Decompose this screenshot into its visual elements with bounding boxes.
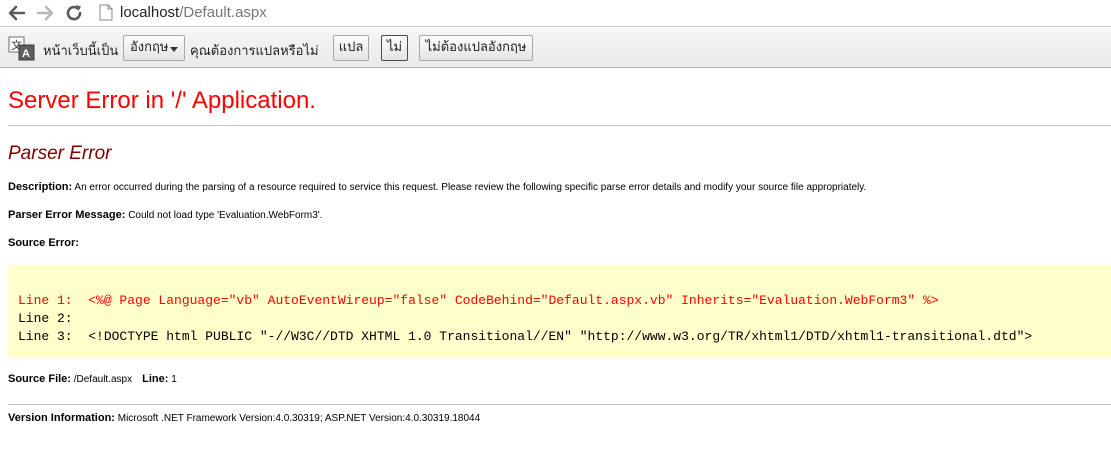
- translate-button[interactable]: แปล: [333, 35, 369, 61]
- browser-toolbar: localhost/Default.aspx: [0, 0, 1111, 27]
- reload-icon[interactable]: [63, 2, 85, 24]
- description-paragraph: Description: An error occurred during th…: [8, 181, 866, 193]
- version-information-paragraph: Version Information: Microsoft .NET Fram…: [8, 412, 480, 424]
- url-path: /Default.aspx: [179, 4, 267, 21]
- page-title: Server Error in '/' Application.: [8, 87, 316, 114]
- page-icon: [99, 4, 113, 21]
- forward-arrow-icon[interactable]: [34, 2, 56, 24]
- version-label: Version Information:: [8, 412, 115, 424]
- line-value: 1: [171, 374, 177, 385]
- version-text: Microsoft .NET Framework Version:4.0.303…: [117, 413, 481, 424]
- error-message-label: Parser Error Message:: [8, 209, 126, 221]
- source-code-box: Line 1: <%@ Page Language="vb" AutoEvent…: [8, 265, 1111, 358]
- translate-infobar: 文 A หน้าเว็บนี้เป็น อังกฤษ คุณต้องการแปล…: [0, 28, 1111, 68]
- source-line-2: Line 2:: [18, 311, 73, 326]
- never-translate-button[interactable]: ไม่ต้องแปลอังกฤษ: [419, 35, 533, 61]
- source-file-label: Source File:: [8, 373, 71, 385]
- source-error-heading: Source Error:: [8, 237, 79, 249]
- description-text: An error occurred during the parsing of …: [74, 182, 867, 193]
- error-message-paragraph: Parser Error Message: Could not load typ…: [8, 209, 322, 221]
- error-type-heading: Parser Error: [8, 143, 112, 164]
- description-label: Description:: [8, 181, 73, 193]
- address-bar-url[interactable]: localhost/Default.aspx: [120, 3, 267, 22]
- source-file-value: /Default.aspx: [73, 374, 133, 385]
- back-arrow-icon[interactable]: [6, 2, 28, 24]
- source-line-3: Line 3: <!DOCTYPE html PUBLIC "-//W3C//D…: [18, 329, 1033, 344]
- language-select-value: อังกฤษ: [130, 40, 169, 55]
- source-file-paragraph: Source File: /Default.aspx Line: 1: [8, 373, 177, 385]
- language-select[interactable]: อังกฤษ: [123, 35, 185, 61]
- translate-question-text: คุณต้องการแปลหรือไม่: [190, 44, 319, 59]
- translate-page-language-text: หน้าเว็บนี้เป็น: [43, 44, 119, 59]
- source-error-label: Source Error:: [8, 237, 79, 249]
- source-line-1: Line 1: <%@ Page Language="vb" AutoEvent…: [18, 293, 939, 308]
- divider: [8, 125, 1111, 126]
- line-label: Line:: [142, 373, 169, 385]
- translate-icon: 文 A: [8, 36, 35, 61]
- error-message-text: Could not load type 'Evaluation.WebForm3…: [128, 210, 323, 221]
- chevron-down-icon: [170, 47, 178, 52]
- divider: [8, 404, 1111, 405]
- no-button[interactable]: ไม่: [381, 35, 408, 61]
- url-host: localhost: [120, 4, 180, 21]
- svg-text:A: A: [22, 48, 30, 60]
